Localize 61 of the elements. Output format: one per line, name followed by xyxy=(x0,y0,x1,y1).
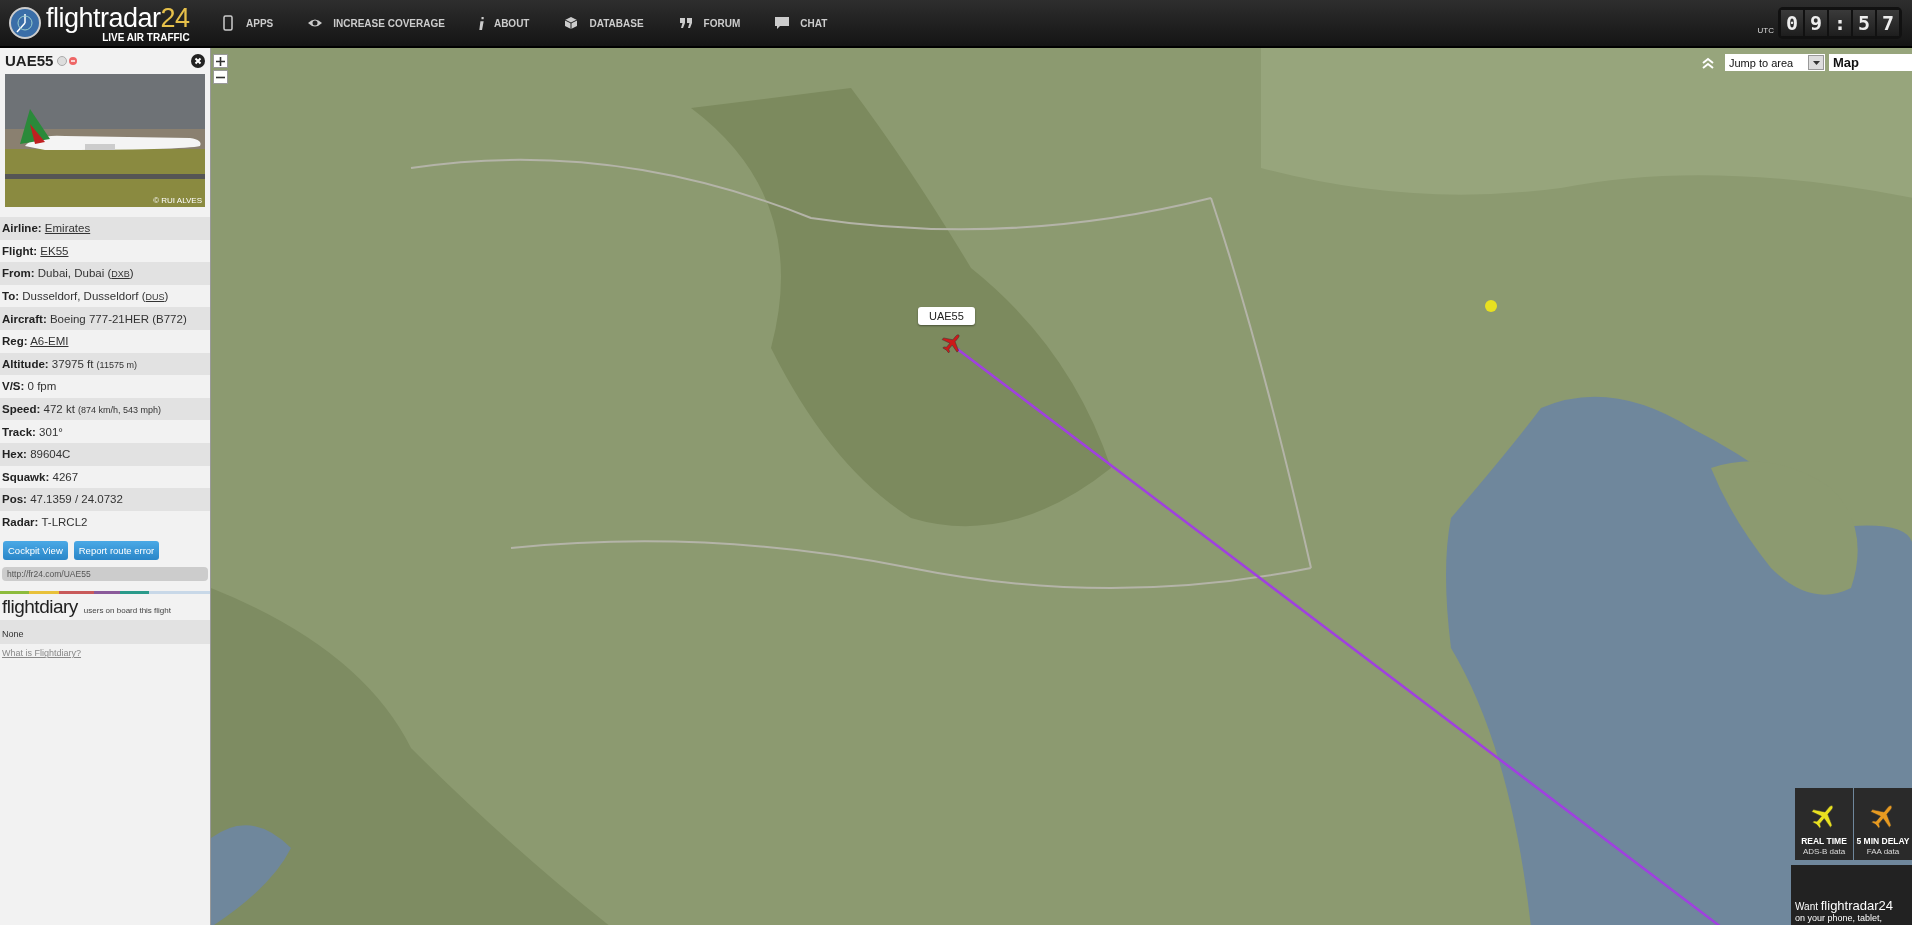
photo-credit: © RUI ALVES xyxy=(153,196,202,205)
clock-digit: : xyxy=(1829,10,1851,36)
info-text: Airline: Emirates xyxy=(2,222,91,235)
info-text: To: Dusseldorf, Dusseldorf (DUS) xyxy=(2,290,169,303)
chat-icon xyxy=(774,15,791,31)
info-text: Flight: EK55 xyxy=(2,244,69,257)
nav-link[interactable]: CHAT xyxy=(800,17,828,29)
clock-digit: 0 xyxy=(1781,10,1803,36)
info-text: Hex: 89604C xyxy=(2,448,71,461)
airport-code-link[interactable]: DXB xyxy=(111,269,130,280)
legend-title: REAL TIME xyxy=(1801,836,1847,846)
clock-digit: 9 xyxy=(1805,10,1827,36)
info-text: Speed: 472 kt (874 km/h, 543 mph) xyxy=(2,403,162,416)
phone-icon xyxy=(220,15,236,31)
info-link[interactable]: A6-EMI xyxy=(30,335,69,348)
info-link[interactable]: EK55 xyxy=(40,244,69,257)
info-text: Squawk: 4267 xyxy=(2,470,79,483)
clock-digit: 5 xyxy=(1853,10,1875,36)
nav-link[interactable]: ABOUT xyxy=(493,17,530,29)
logo-tagline: LIVE AIR TRAFFIC xyxy=(102,31,190,43)
info-icon xyxy=(478,16,484,30)
legend-title: 5 MIN DELAY xyxy=(1856,836,1910,846)
airport-code-link[interactable]: DUS xyxy=(145,292,165,303)
info-text: Track: 301° xyxy=(2,425,63,438)
info-text: Pos: 47.1359 / 24.0732 xyxy=(2,493,123,506)
flight-callsign: UAE55 xyxy=(5,52,54,69)
promo-text: Want flightradar24 xyxy=(1795,898,1895,913)
info-text: From: Dubai, Dubai (DXB) xyxy=(2,267,134,280)
flightdiary-logo: flightdiary xyxy=(2,596,78,619)
info-link[interactable]: Emirates xyxy=(44,222,91,235)
timezone-label: UTC xyxy=(1757,26,1774,35)
diary-value: None xyxy=(2,629,24,640)
app-promo-banner[interactable]: Want flightradar24 on your phone, tablet, xyxy=(1791,865,1912,925)
zoom-in-button[interactable] xyxy=(213,54,228,68)
info-text: V/S: 0 fpm xyxy=(2,380,57,393)
promo-text: on your phone, tablet, xyxy=(1795,913,1884,923)
quote-icon xyxy=(677,15,694,31)
info-text: Aircraft: Boeing 777-21HER (B772) xyxy=(2,312,187,325)
nav-link[interactable]: DATABASE xyxy=(589,17,644,29)
clock-digit: 7 xyxy=(1877,10,1899,36)
zoom-out-button[interactable] xyxy=(213,70,228,84)
box-icon xyxy=(563,15,580,31)
info-text: Reg: A6-EMI xyxy=(2,335,69,348)
close-icon[interactable] xyxy=(191,53,205,68)
caret-icon xyxy=(1812,60,1820,65)
radar-logo-icon xyxy=(8,6,42,40)
diary-caption: users on board this flight xyxy=(83,606,171,616)
info-text: Radar: T-LRCL2 xyxy=(2,516,88,528)
nav-link[interactable]: INCREASE COVERAGE xyxy=(333,17,445,29)
info-text: Altitude: 37975 ft (11575 m) xyxy=(2,357,137,370)
collapse-icon[interactable] xyxy=(1701,56,1715,70)
logo-text[interactable]: flightradar24 xyxy=(46,3,190,32)
legend-subtitle: ADS-B data xyxy=(1802,847,1846,856)
plus-icon xyxy=(216,56,225,66)
share-url-field[interactable]: http://fr24.com/UAE55 xyxy=(2,567,208,582)
nav-link[interactable]: FORUM xyxy=(703,17,741,29)
legend-subtitle: FAA data xyxy=(1866,847,1900,856)
map-type-select[interactable]: Map xyxy=(1829,54,1912,71)
flight-label[interactable]: UAE55 xyxy=(918,307,975,325)
jump-to-area-select[interactable]: Jump to area xyxy=(1725,54,1825,71)
nav-link[interactable]: APPS xyxy=(246,17,274,29)
